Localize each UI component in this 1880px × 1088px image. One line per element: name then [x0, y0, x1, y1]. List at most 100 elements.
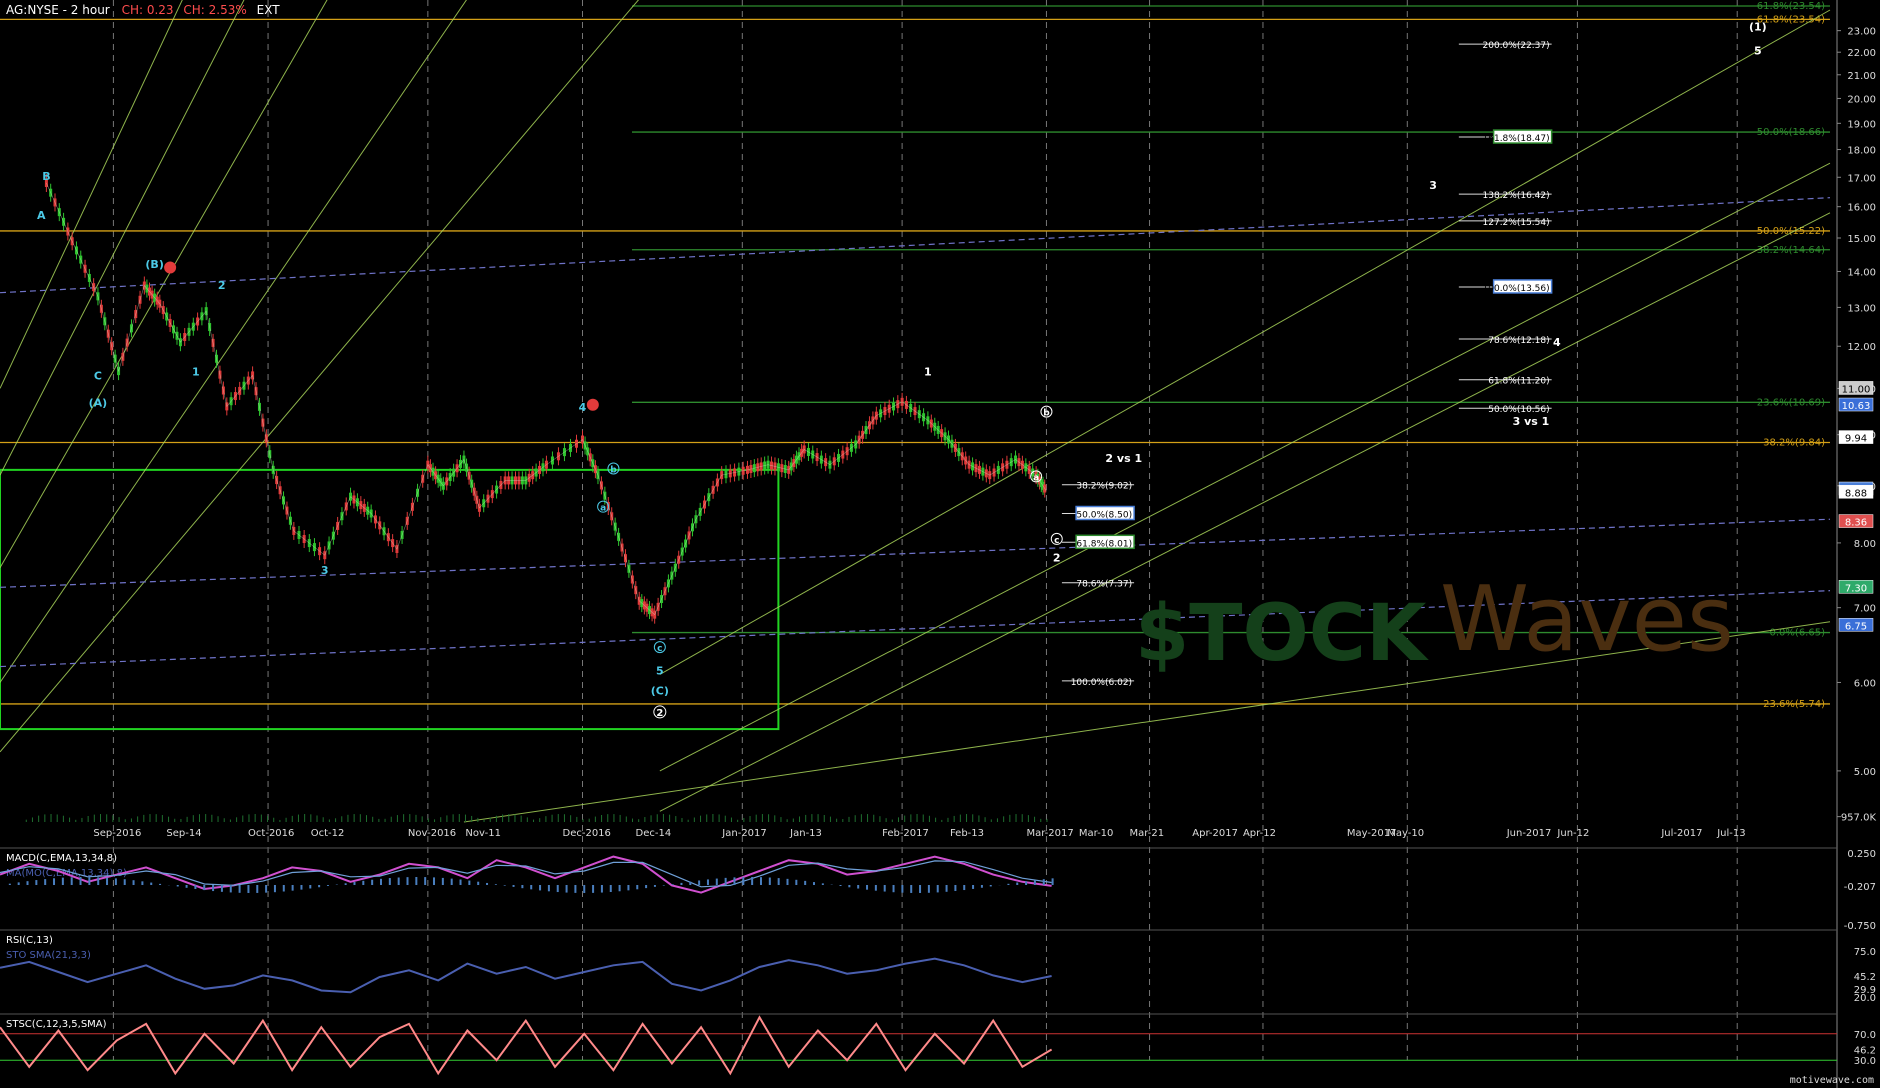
volume-bar [625, 816, 627, 822]
volume-bar [161, 815, 163, 822]
volume-bar [557, 814, 559, 822]
fib-level-label: 38.2%(14.64) [1757, 245, 1825, 256]
macd-histogram-bar [521, 885, 524, 889]
trendline [659, 162, 1831, 772]
volume-bar [50, 814, 52, 822]
volume-bar [242, 815, 244, 822]
volume-bar [452, 814, 454, 822]
time-axis-label: Apr-2017 [1192, 828, 1238, 839]
macd-histogram-bar [106, 877, 109, 885]
volume-bar [693, 817, 695, 822]
price-tick-label: 5.00 [1854, 767, 1876, 778]
stsc-pane-tick-label: 46.2 [1854, 1046, 1876, 1057]
volume-bar [464, 814, 466, 822]
time-axis-label: Mar-21 [1130, 828, 1165, 839]
wave-label: 5 [656, 664, 664, 677]
macd-histogram-bar [441, 877, 444, 885]
volume-bar [434, 819, 436, 822]
macd-histogram-bar [600, 885, 603, 893]
macd-histogram-bar [927, 885, 930, 893]
wave-label: a [1033, 473, 1039, 483]
price-level-badge-text: 6.75 [1845, 621, 1867, 632]
macd-histogram-bar [318, 885, 321, 888]
macd-histogram-bar [450, 878, 453, 885]
volume-bar [211, 814, 213, 822]
wave-label: 3 [1429, 179, 1437, 192]
volume-bar [631, 818, 633, 822]
fib-target-lower-label: 38.2%(9.02) [1076, 482, 1132, 492]
change-absolute: CH: 0.23 [121, 3, 174, 17]
volume-bar [130, 818, 132, 822]
macd-histogram-bar [282, 885, 285, 892]
macd-pane-tick-label: -0.750 [1844, 921, 1876, 932]
volume-bar [384, 818, 386, 822]
volume-bar [446, 815, 448, 822]
volume-bar [990, 819, 992, 822]
volume-bar [149, 814, 151, 822]
volume-bar [885, 818, 887, 822]
wave-label: 5 [1754, 44, 1762, 57]
macd-histogram-bar [379, 878, 382, 885]
macd-histogram-bar [804, 880, 807, 885]
volume-bar [112, 815, 114, 822]
volume-bar [155, 814, 157, 822]
macd-histogram-bar [176, 885, 179, 887]
volume-bar [248, 814, 250, 822]
wave-label: (1) [1749, 21, 1767, 34]
volume-bar [1040, 818, 1042, 822]
volume-bar [180, 818, 182, 822]
macd-histogram-bar [910, 885, 913, 893]
price-tick-label: 22.00 [1847, 48, 1876, 59]
macd-histogram-bar [742, 877, 745, 885]
volume-bar [118, 817, 120, 822]
volume-bar [409, 814, 411, 822]
time-axis-label: Jul-13 [1716, 828, 1745, 839]
fib-level-label: 23.6%(10.69) [1757, 397, 1825, 408]
volume-bar [236, 817, 238, 822]
time-axis-label: Feb-13 [950, 828, 984, 839]
volume-bar [662, 814, 664, 822]
fib-level-label: 50.0%(18.66) [1757, 127, 1825, 138]
volume-bar [675, 816, 677, 822]
volume-bar [805, 814, 807, 822]
volume-bar [143, 814, 145, 822]
volume-bar [650, 815, 652, 822]
volume-bar [792, 818, 794, 822]
macd-histogram-bar [972, 885, 975, 889]
volume-bar [297, 814, 299, 822]
volume-bar [415, 814, 417, 822]
volume-bar [347, 814, 349, 822]
wave-label: c [1054, 536, 1059, 546]
price-tick-label: 7.00 [1854, 604, 1876, 615]
volume-bar [514, 814, 516, 822]
macd-histogram-bar [26, 881, 29, 885]
volume-bar [786, 819, 788, 822]
volume-bar [619, 814, 621, 822]
price-level-badge-text: 9.94 [1845, 434, 1867, 445]
fib-target-upper-label: 161.8%(18.47) [1483, 134, 1550, 144]
volume-bar [601, 814, 603, 822]
macd-histogram-bar [44, 879, 47, 885]
rsi-pane-tick-label: 45.2 [1854, 972, 1876, 983]
volume-bar [421, 816, 423, 822]
time-axis-label: Sep-14 [166, 828, 201, 839]
volume-bar [168, 816, 170, 822]
time-axis-label: Feb-2017 [882, 828, 929, 839]
macd-histogram-bar [777, 878, 780, 885]
volume-bar [836, 818, 838, 822]
macd-histogram-bar [362, 880, 365, 885]
macd-histogram-bar [1016, 882, 1019, 885]
time-axis-label: Nov-2016 [408, 828, 456, 839]
macd-histogram-bar [963, 885, 966, 891]
volume-bar [879, 816, 881, 822]
macd-histogram-bar [751, 877, 754, 885]
fib-level-label: 38.2%(9.84) [1763, 437, 1825, 448]
macd-histogram-bar [1042, 879, 1045, 885]
volume-bar [335, 818, 337, 822]
volume-bar [93, 814, 95, 822]
time-axis-label: Dec-14 [636, 828, 672, 839]
volume-bar [551, 814, 553, 822]
macd-histogram-bar [813, 882, 816, 885]
macd-histogram-bar [132, 880, 135, 885]
macd-pane-tick-label: -0.207 [1844, 882, 1876, 893]
